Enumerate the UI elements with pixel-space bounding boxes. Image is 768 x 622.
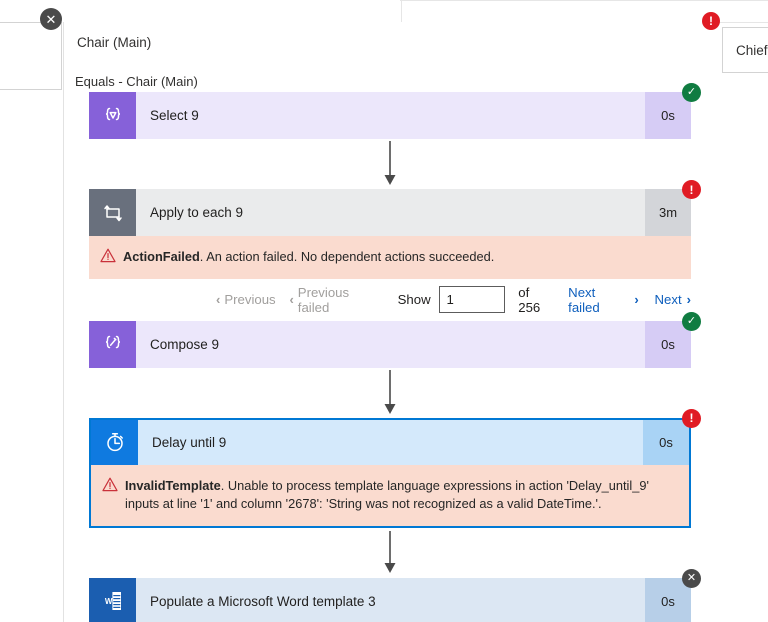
chevron-left-icon: ‹ bbox=[216, 292, 221, 308]
error-banner-apply-to-each: ActionFailed. An action failed. No depen… bbox=[89, 236, 691, 279]
step-card-compose-9[interactable]: Compose 9 0s ✓ bbox=[89, 311, 701, 368]
total-pages-label: of 256 bbox=[518, 284, 541, 315]
close-icon[interactable]: ✕ bbox=[40, 8, 62, 30]
select-expression-icon bbox=[89, 92, 136, 139]
error-text: ActionFailed. An action failed. No depen… bbox=[123, 248, 494, 267]
step-card-wrap: Apply to each 9 3m ! ActionFailed. An ac… bbox=[89, 180, 701, 321]
connector-arrow bbox=[89, 139, 691, 189]
warning-triangle-icon bbox=[100, 248, 116, 263]
svg-text:W: W bbox=[104, 597, 112, 606]
compose-pencil-icon bbox=[89, 320, 136, 368]
next-label: Next bbox=[654, 292, 682, 308]
step-title: Select 9 bbox=[136, 92, 645, 139]
status-badge-error: ! bbox=[682, 408, 701, 428]
adjacent-branch-right[interactable]: Chief bbox=[722, 27, 768, 73]
loop-pagination: ‹ Previous ‹ Previous failed Show of 256 bbox=[89, 279, 691, 321]
adjacent-branch-left bbox=[0, 22, 62, 90]
arrow-down-icon bbox=[384, 530, 396, 573]
step-card-wrap: Compose 9 0s ✓ bbox=[89, 311, 701, 368]
status-badge-error: ! bbox=[702, 12, 720, 30]
previous-button[interactable]: ‹ Previous bbox=[216, 292, 276, 307]
chevron-left-icon: ‹ bbox=[289, 292, 294, 308]
scope-panel: Chair (Main) Equals - Chair (Main) Selec… bbox=[63, 22, 711, 622]
step-duration: 0s bbox=[643, 419, 689, 465]
previous-failed-label: Previous failed bbox=[297, 284, 350, 315]
step-card-wrap: Delay until 9 0s InvalidTemplate. Unable… bbox=[89, 408, 701, 528]
flow-run-viewer: ✕ ! Chief Chair (Main) Equals - Chair (M… bbox=[0, 0, 768, 622]
stopwatch-icon bbox=[91, 419, 138, 465]
top-divider-upper bbox=[400, 0, 768, 1]
arrow-down-icon bbox=[384, 369, 396, 414]
word-document-icon: W bbox=[89, 577, 136, 622]
page-title: Chair (Main) bbox=[77, 35, 152, 50]
flow-canvas: Select 9 0s ✓ Apply to each 9 3m ! Actio… bbox=[89, 83, 701, 622]
connector-arrow bbox=[89, 368, 691, 418]
error-code: ActionFailed bbox=[123, 249, 200, 264]
status-badge-succeeded: ✓ bbox=[682, 311, 701, 331]
word-doc-glyph: W bbox=[104, 592, 121, 611]
step-title: Apply to each 9 bbox=[136, 189, 645, 236]
step-card-select-9[interactable]: Select 9 0s ✓ bbox=[89, 83, 701, 139]
status-badge-succeeded: ✓ bbox=[682, 83, 701, 102]
adjacent-branch-right-label: Chief bbox=[736, 42, 768, 58]
status-badge-skipped: ✕ bbox=[682, 568, 701, 588]
step-card-wrap: W Populate a Microsoft Word template 3 0… bbox=[89, 568, 701, 622]
step-title: Delay until 9 bbox=[138, 419, 643, 465]
loop-foreach-icon bbox=[89, 189, 136, 236]
next-failed-label: Next failed bbox=[568, 284, 600, 315]
error-code: InvalidTemplate bbox=[125, 477, 221, 493]
step-card-delay-until-9[interactable]: Delay until 9 0s InvalidTemplate. Unable… bbox=[89, 408, 701, 528]
status-badge-error: ! bbox=[682, 180, 701, 199]
show-label: Show bbox=[397, 292, 431, 308]
warning-triangle-icon bbox=[102, 477, 118, 491]
scope-condition-label: Equals - Chair (Main) bbox=[75, 74, 198, 89]
error-banner-delay-until: InvalidTemplate. Unable to process templ… bbox=[91, 464, 689, 526]
top-divider-vertical bbox=[401, 0, 402, 22]
previous-failed-button[interactable]: ‹ Previous failed bbox=[289, 285, 382, 315]
step-title: Compose 9 bbox=[136, 320, 645, 368]
step-card-wrap: Select 9 0s ✓ bbox=[89, 83, 701, 139]
error-message: . An action failed. No dependent actions… bbox=[199, 249, 495, 264]
arrow-down-icon bbox=[384, 141, 396, 185]
page-number-input[interactable] bbox=[439, 286, 506, 314]
chevron-right-icon: › bbox=[686, 292, 691, 308]
step-card-populate-word-template-3[interactable]: W Populate a Microsoft Word template 3 0… bbox=[89, 568, 701, 622]
connector-arrow bbox=[89, 528, 691, 578]
step-title: Populate a Microsoft Word template 3 bbox=[136, 577, 645, 622]
next-button[interactable]: Next › bbox=[655, 292, 691, 307]
step-card-apply-to-each-9[interactable]: Apply to each 9 3m ! bbox=[89, 180, 701, 236]
previous-label: Previous bbox=[224, 292, 276, 308]
error-text: InvalidTemplate. Unable to process templ… bbox=[125, 477, 673, 514]
chevron-right-icon: › bbox=[634, 292, 639, 308]
next-failed-button[interactable]: Next failed › bbox=[568, 285, 639, 315]
